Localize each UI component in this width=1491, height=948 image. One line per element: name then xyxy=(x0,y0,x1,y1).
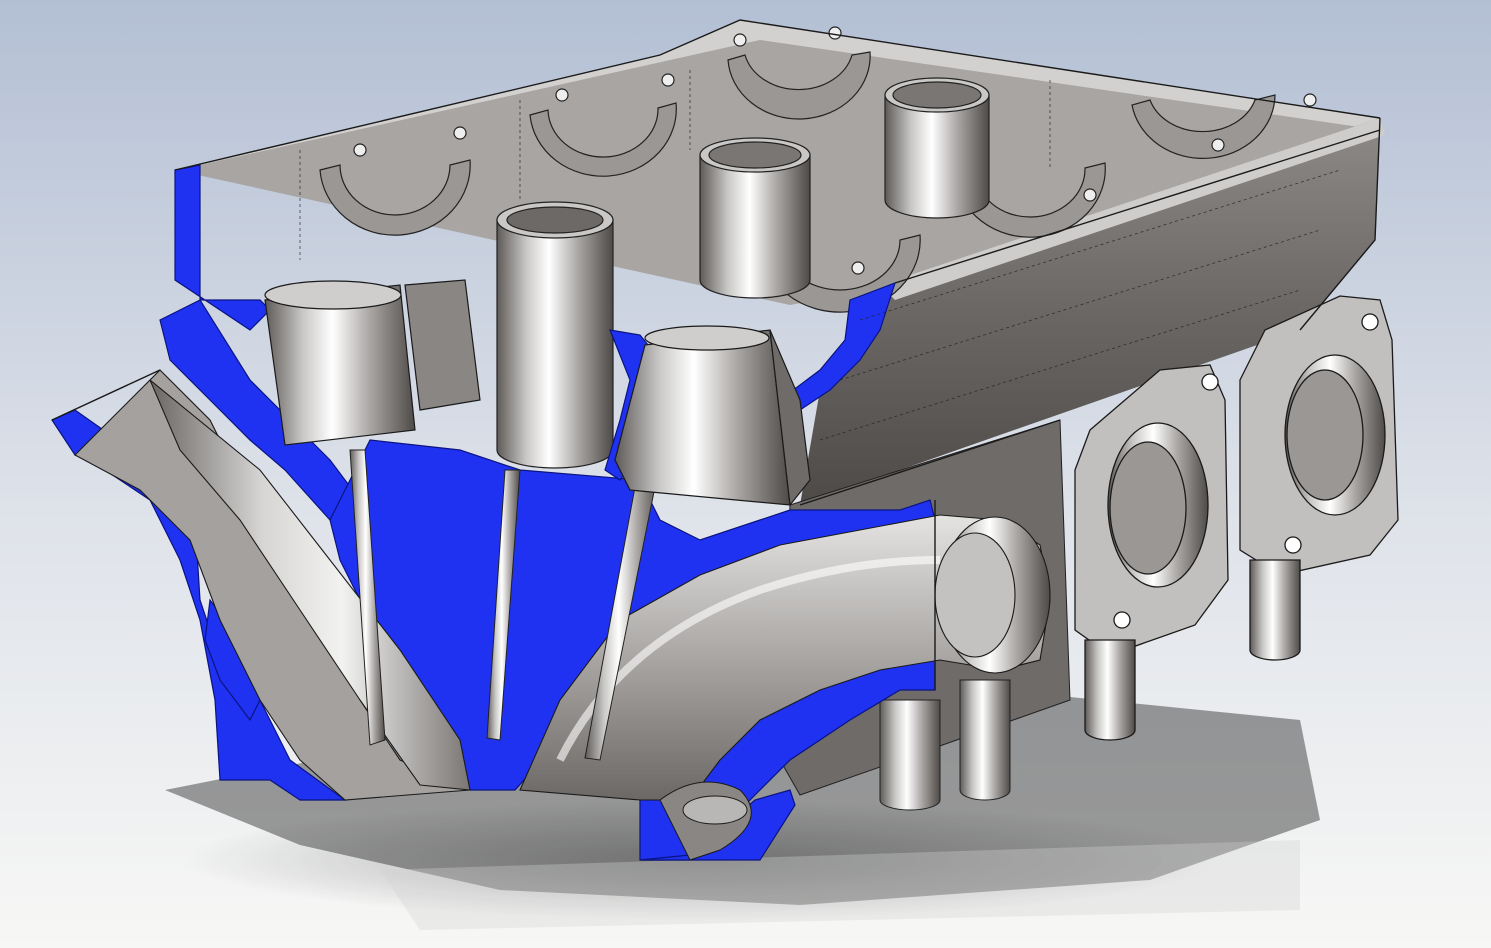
section-view-render xyxy=(0,0,1491,948)
cad-viewport[interactable] xyxy=(0,0,1491,948)
